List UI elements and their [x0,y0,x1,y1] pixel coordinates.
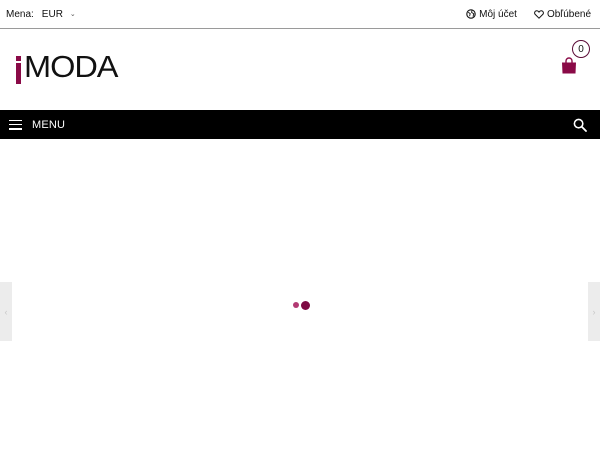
loading-indicator [292,300,312,312]
site-header: MODA 0 [0,30,600,110]
shopping-bag-icon [562,57,576,74]
hero-slider: ‹ › [0,139,600,450]
cart-count-badge: 0 [572,40,590,58]
favorites-label: Obľúbené [546,8,591,20]
globe-icon [466,9,476,19]
heart-icon [534,9,544,19]
cart-button[interactable]: 0 [558,40,594,80]
chevron-left-icon: ‹ [4,306,8,317]
hamburger-icon [9,119,22,130]
menu-label: MENU [32,118,66,131]
currency-label: Mena: [6,8,34,20]
currency-select[interactable]: EUR ⌄ [42,9,76,20]
logo-i-mark [15,54,22,84]
main-navbar: MENU [0,110,600,139]
search-icon [573,118,587,132]
menu-toggle-button[interactable]: MENU [9,119,65,131]
chevron-down-icon: ⌄ [69,11,76,18]
slider-next-button[interactable]: › [588,282,600,341]
site-logo[interactable]: MODA [15,50,118,84]
currency-switcher: Mena: EUR ⌄ [6,9,76,20]
my-account-label: Môj účet [479,8,517,20]
favorites-link[interactable]: Obľúbené [534,9,591,20]
top-links: Môj účet Obľúbené [466,9,591,20]
logo-text: MODA [24,49,118,84]
search-button[interactable] [573,118,587,132]
top-bar: Mena: EUR ⌄ Môj účet Obľúbené [0,0,600,29]
slider-prev-button[interactable]: ‹ [0,282,12,341]
my-account-link[interactable]: Môj účet [466,9,517,20]
currency-value: EUR [41,8,63,20]
chevron-right-icon: › [592,306,596,317]
